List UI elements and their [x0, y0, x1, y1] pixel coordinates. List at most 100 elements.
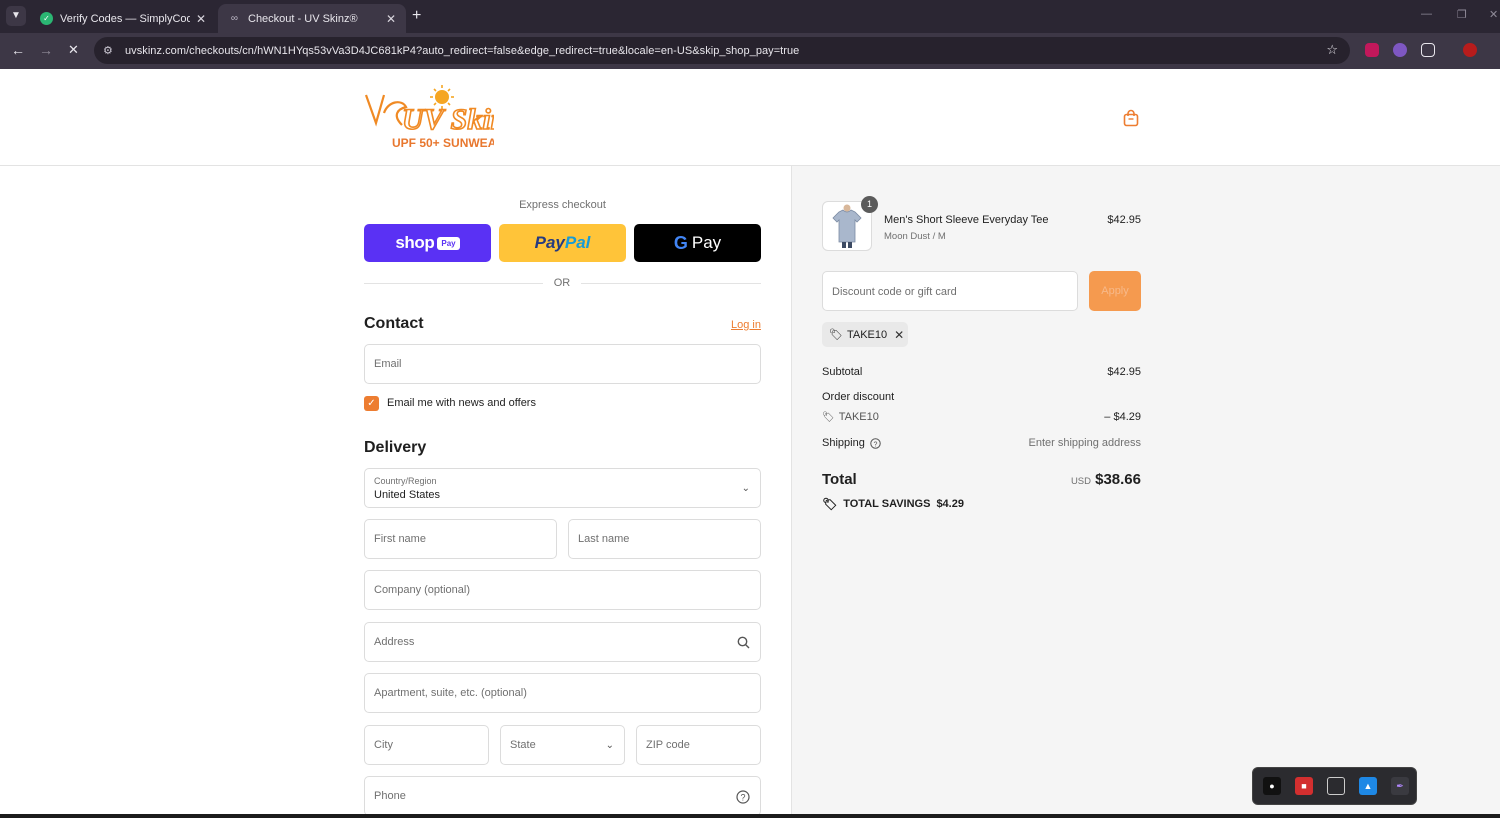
close-tab-icon[interactable]: ✕: [196, 12, 206, 26]
bookmark-star-icon[interactable]: ☆: [1326, 42, 1338, 58]
shopping-bag-icon[interactable]: [1123, 109, 1139, 127]
google-pay-button[interactable]: G Pay: [634, 224, 761, 262]
contact-heading: Contact: [364, 315, 424, 332]
app-clipboard-icon[interactable]: [1327, 777, 1345, 795]
paypal-button[interactable]: Pay Pal: [499, 224, 626, 262]
city-field[interactable]: City: [364, 725, 489, 765]
logo-tagline: UPF 50+ SUNWEAR: [392, 136, 494, 150]
purple-extension-icon[interactable]: [1393, 43, 1407, 57]
newsletter-label: Email me with news and offers: [387, 397, 536, 409]
google-g-icon: G: [673, 232, 688, 253]
shop-pay-pill: Pay: [437, 236, 460, 250]
paypal-wordmark-part2: Pal: [564, 233, 591, 252]
company-field[interactable]: Company (optional): [364, 570, 761, 610]
puzzle-extensions-icon[interactable]: [1421, 43, 1435, 57]
total-savings-row: 🏷 TOTAL SAVINGS $4.29: [822, 497, 964, 511]
shipping-label-row: Shipping ?: [822, 437, 881, 449]
total-currency: USD: [1070, 476, 1091, 487]
tab-title: Checkout - UV Skinz®: [248, 12, 358, 25]
new-tab-plus-icon[interactable]: +: [412, 7, 421, 25]
tag-icon: 🏷: [822, 497, 838, 511]
first-name-placeholder: First name: [374, 533, 426, 545]
apartment-field[interactable]: Apartment, suite, etc. (optional): [364, 673, 761, 713]
phone-field[interactable]: Phone ?: [364, 776, 761, 816]
product-name: Men's Short Sleeve Everyday Tee: [884, 214, 1049, 226]
minimize-window-icon[interactable]: —: [1421, 8, 1432, 20]
checkout-page: UV Skinz UPF 50+ SUNWEAR Express checkou…: [0, 69, 1500, 818]
stop-loading-icon[interactable]: ✕: [68, 42, 79, 58]
floating-app-bar: ● ■ ▲ ✒: [1252, 767, 1417, 805]
shipping-label: Shipping: [822, 437, 865, 449]
loading-favicon-icon: ∞: [230, 13, 239, 24]
email-placeholder: Email: [374, 358, 402, 370]
browser-toolbar: ← → ✕ ⚙ uvskinz.com/checkouts/cn/hWN1HYq…: [0, 33, 1500, 69]
zip-placeholder: ZIP code: [646, 739, 690, 751]
apply-discount-button[interactable]: Apply: [1089, 271, 1141, 311]
or-divider-text: OR: [553, 277, 571, 289]
store-header: UV Skinz UPF 50+ SUNWEAR: [0, 69, 1500, 166]
help-circle-icon[interactable]: ?: [736, 790, 750, 804]
applied-discount-chip: 🏷 TAKE10 ✕: [822, 322, 908, 347]
total-savings-label: TOTAL SAVINGS: [843, 498, 931, 510]
close-window-icon[interactable]: ✕: [1489, 8, 1498, 21]
shop-pay-button[interactable]: shop Pay: [364, 224, 491, 262]
search-icon: [737, 636, 750, 649]
total-savings-value: $4.29: [936, 498, 964, 510]
back-arrow-icon[interactable]: ←: [11, 42, 25, 58]
remove-discount-icon[interactable]: ✕: [894, 328, 904, 342]
discount-code-row: 🏷 TAKE10: [822, 411, 879, 423]
total-value: $38.66: [1095, 471, 1141, 488]
restore-window-icon[interactable]: ❐: [1457, 8, 1467, 21]
profile-avatar-icon[interactable]: [1463, 43, 1477, 57]
apartment-placeholder: Apartment, suite, etc. (optional): [374, 687, 527, 699]
app-feather-icon[interactable]: ✒: [1391, 777, 1409, 795]
discount-code-input[interactable]: Discount code or gift card: [822, 271, 1078, 311]
shop-pay-wordmark: shop: [395, 233, 435, 252]
last-name-placeholder: Last name: [578, 533, 630, 545]
simplycodes-favicon-icon: ✓: [40, 12, 53, 25]
newsletter-checkbox[interactable]: ✓: [364, 396, 379, 411]
address-bar[interactable]: ⚙ uvskinz.com/checkouts/cn/hWN1HYqs53vVa…: [94, 37, 1350, 64]
tab-title: Verify Codes — SimplyCodes: [60, 12, 190, 25]
app-red-icon[interactable]: ■: [1295, 777, 1313, 795]
close-tab-icon[interactable]: ✕: [386, 12, 396, 26]
logo-lettering: UV Skinz: [402, 103, 494, 136]
zip-code-field[interactable]: ZIP code: [636, 725, 761, 765]
discount-code-text: TAKE10: [838, 411, 879, 423]
help-circle-icon[interactable]: ?: [870, 437, 881, 449]
url-text: uvskinz.com/checkouts/cn/hWN1HYqs53vVa3D…: [125, 44, 800, 57]
address-field[interactable]: Address: [364, 622, 761, 662]
country-region-label: Country/Region: [374, 476, 437, 486]
tab-simplycodes[interactable]: ✓ Verify Codes — SimplyCodes ✕: [30, 4, 216, 33]
tab-search-chevron-icon[interactable]: ▼: [6, 6, 26, 26]
state-select[interactable]: State ⌄: [500, 725, 625, 765]
divider-left: [364, 283, 543, 284]
browser-tab-bar: ▼ ✓ Verify Codes — SimplyCodes ✕ ∞ Check…: [0, 0, 1500, 33]
subtotal-label: Subtotal: [822, 366, 863, 378]
shipping-value: Enter shipping address: [1028, 437, 1141, 449]
app-shield-icon[interactable]: ▲: [1359, 777, 1377, 795]
first-name-field[interactable]: First name: [364, 519, 557, 559]
tag-icon: 🏷: [829, 329, 843, 341]
log-in-link[interactable]: Log in: [731, 319, 761, 331]
shield-extension-icon[interactable]: [1365, 43, 1379, 57]
svg-text:?: ?: [740, 793, 745, 803]
order-discount-label: Order discount: [822, 391, 895, 403]
forward-arrow-icon[interactable]: →: [39, 42, 53, 58]
last-name-field[interactable]: Last name: [568, 519, 761, 559]
product-price: $42.95: [1107, 214, 1141, 226]
phone-placeholder: Phone: [374, 790, 406, 802]
app-mask-icon[interactable]: ●: [1263, 777, 1281, 795]
tab-checkout[interactable]: ∞ Checkout - UV Skinz® ✕: [218, 4, 406, 33]
paypal-wordmark-part1: Pay: [534, 233, 565, 252]
screen-bottom-edge: [0, 814, 1500, 818]
chevron-down-icon: ⌄: [605, 740, 614, 751]
tag-icon: 🏷: [822, 411, 835, 423]
uv-skinz-logo[interactable]: UV Skinz UPF 50+ SUNWEAR: [362, 83, 494, 151]
country-region-select[interactable]: Country/Region United States ⌄: [364, 468, 761, 508]
site-settings-icon[interactable]: ⚙: [103, 44, 117, 57]
address-placeholder: Address: [374, 636, 415, 648]
quantity-badge: 1: [861, 196, 878, 213]
email-field[interactable]: Email: [364, 344, 761, 384]
divider-right: [581, 283, 761, 284]
